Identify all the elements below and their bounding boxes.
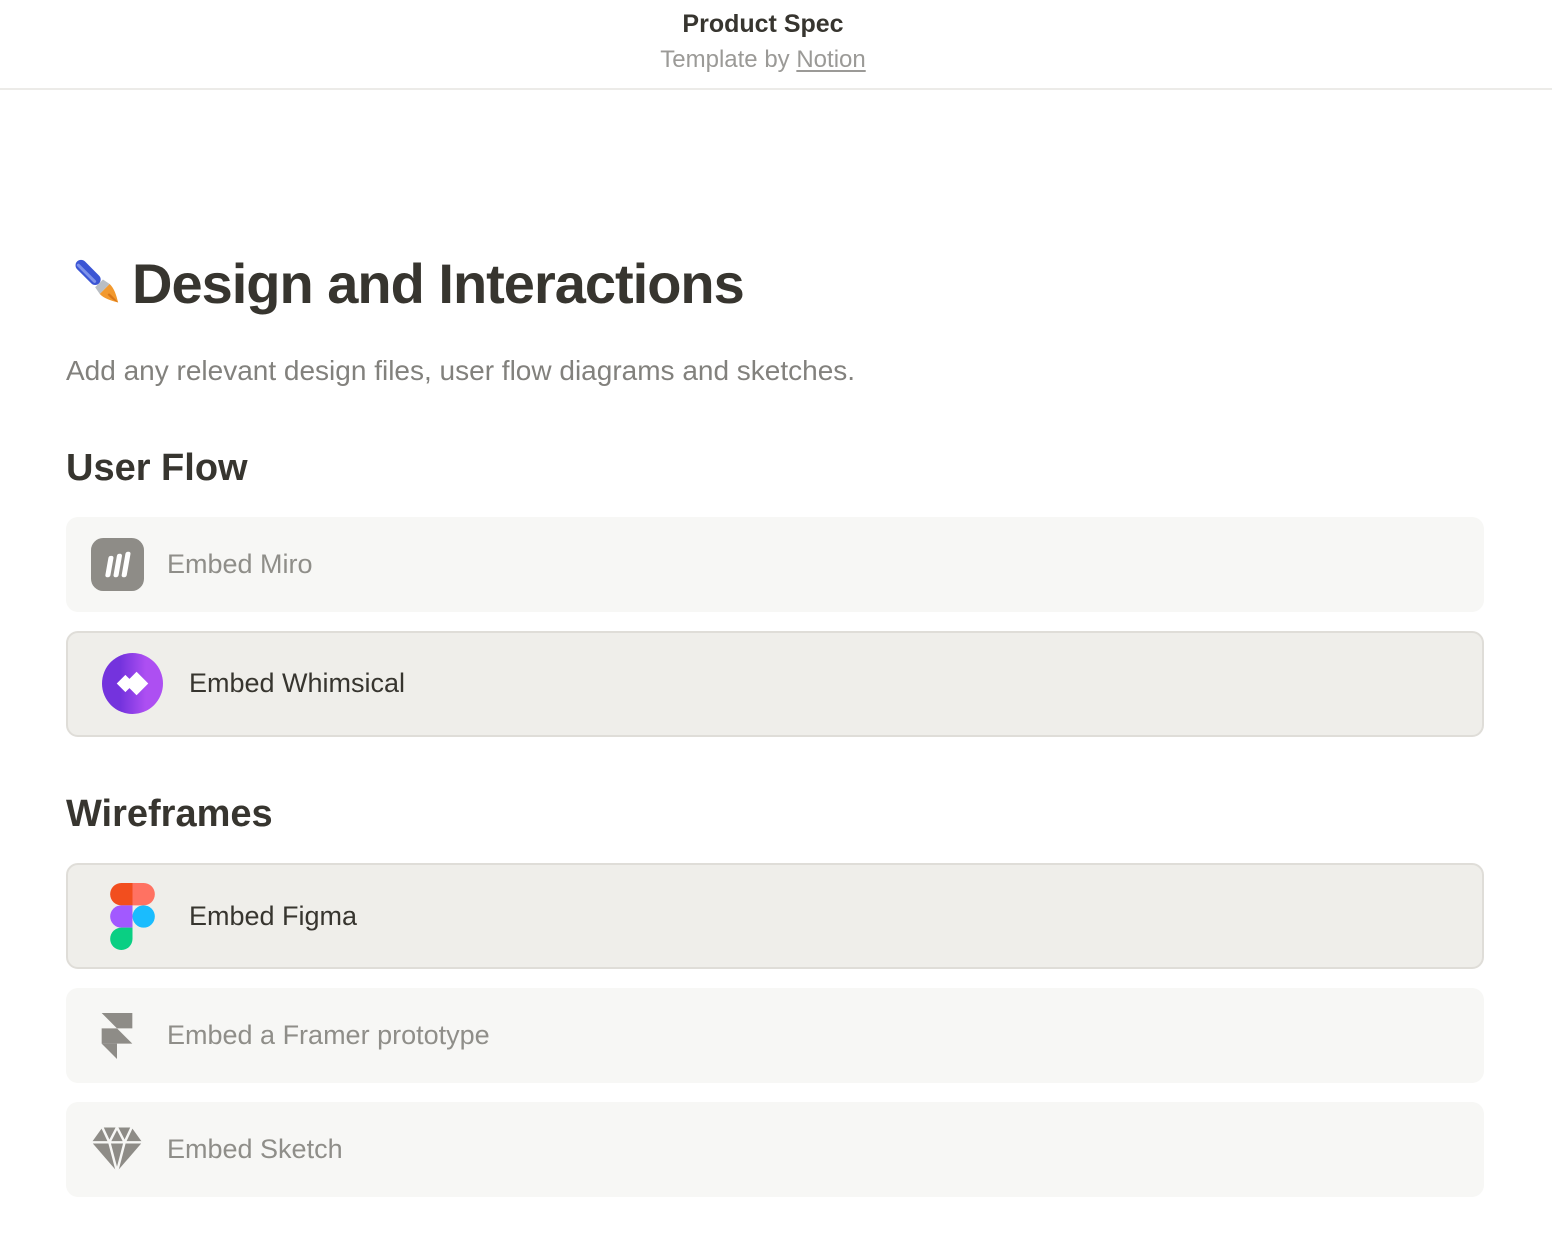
figma-icon (101, 883, 163, 950)
sketch-icon (90, 1123, 144, 1176)
document-title: Product Spec (0, 9, 1539, 39)
section-heading-user-flow: User Flow (66, 446, 1484, 492)
byline-prefix: Template by (660, 46, 796, 73)
page-title-row: Design and Interactions (66, 250, 1484, 317)
embed-label: Embed Miro (167, 549, 313, 580)
embed-figma-placeholder[interactable]: Embed Figma (66, 863, 1484, 969)
embed-label: Embed Figma (189, 901, 357, 932)
page-title: Design and Interactions (132, 250, 744, 317)
embed-label: Embed a Framer prototype (167, 1020, 490, 1051)
paintbrush-icon (66, 251, 130, 315)
embed-sketch-placeholder[interactable]: Embed Sketch (66, 1102, 1484, 1197)
page-description: Add any relevant design files, user flow… (66, 351, 1484, 390)
header-divider (0, 88, 1552, 90)
template-byline: Template by Notion (0, 46, 1539, 75)
section-heading-wireframes: Wireframes (66, 792, 1484, 838)
embed-label: Embed Sketch (167, 1134, 343, 1165)
embed-framer-placeholder[interactable]: Embed a Framer prototype (66, 988, 1484, 1083)
page-content: Design and Interactions Add any relevant… (66, 250, 1484, 1198)
page-header: Product Spec Template by Notion (0, 0, 1552, 90)
framer-icon (90, 1013, 144, 1059)
embed-label: Embed Whimsical (189, 668, 405, 699)
miro-icon (90, 538, 144, 591)
embed-miro-placeholder[interactable]: Embed Miro (66, 517, 1484, 612)
whimsical-icon (101, 653, 163, 714)
notion-link[interactable]: Notion (796, 46, 865, 73)
embed-whimsical-placeholder[interactable]: Embed Whimsical (66, 631, 1484, 737)
